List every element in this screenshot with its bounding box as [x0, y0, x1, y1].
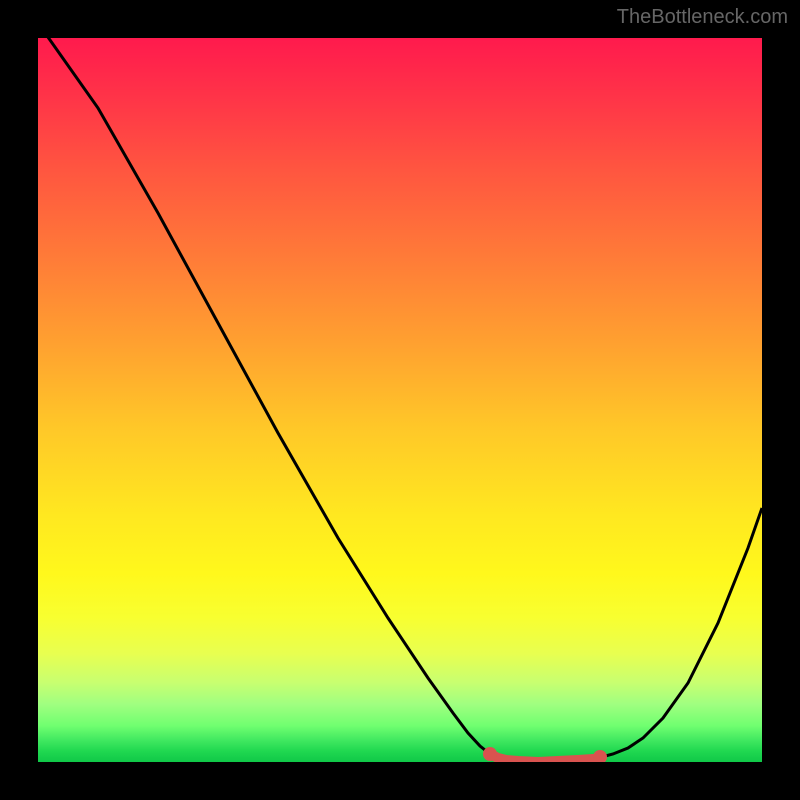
chart-svg	[38, 38, 762, 762]
left-red-dot	[483, 747, 497, 761]
left-descending-curve	[38, 38, 528, 762]
right-red-dot	[593, 750, 607, 762]
right-ascending-curve	[528, 508, 762, 762]
plot-area	[38, 38, 762, 762]
attribution-text: TheBottleneck.com	[617, 6, 788, 29]
red-flat-segment	[490, 754, 593, 762]
